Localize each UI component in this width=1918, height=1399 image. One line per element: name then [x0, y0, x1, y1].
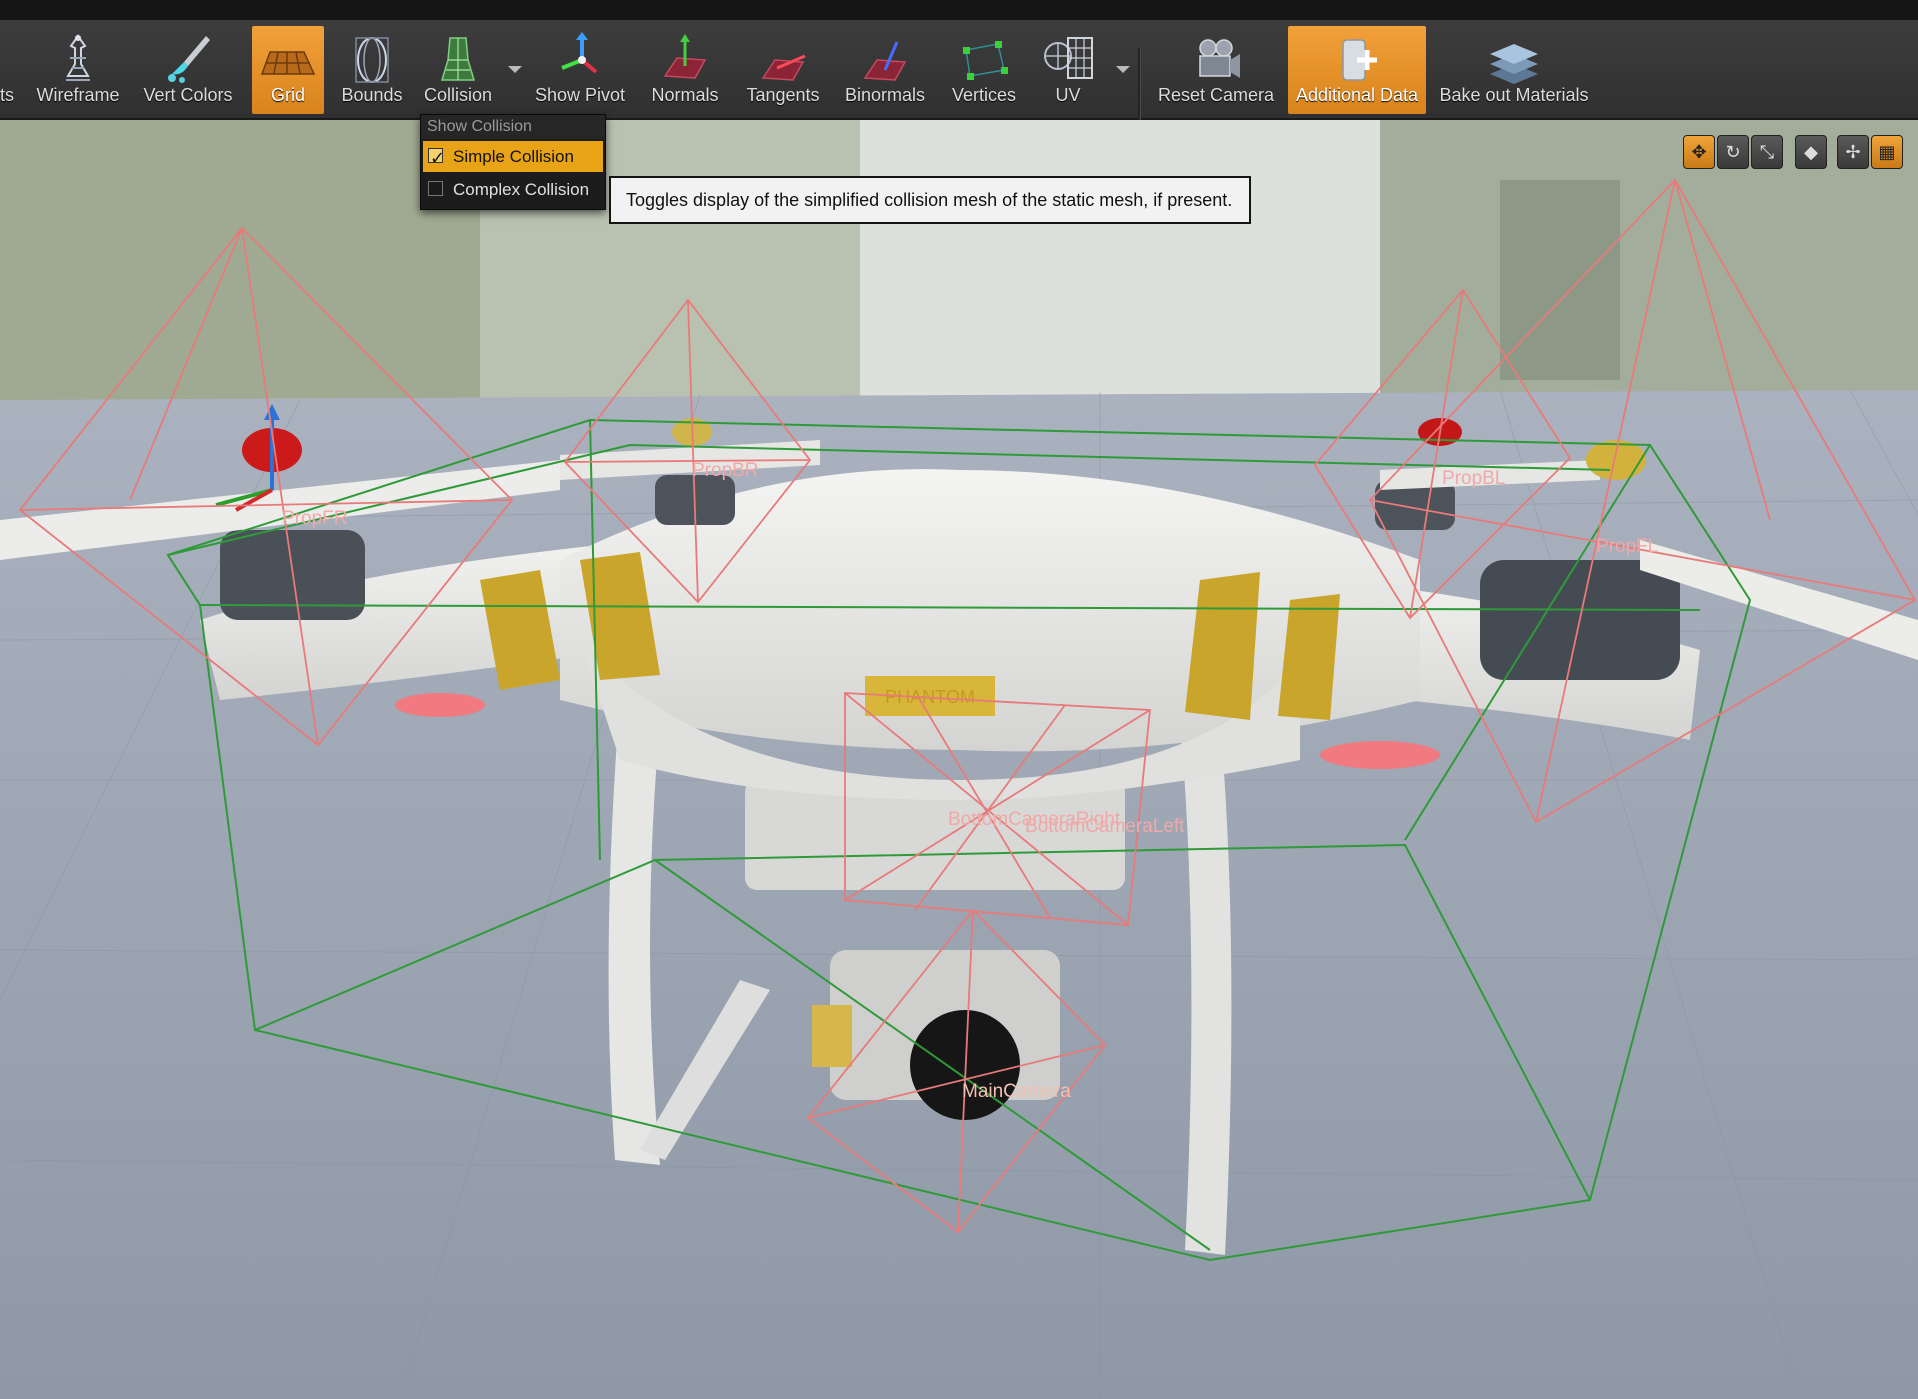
tangents-button[interactable]: Tangents [740, 26, 826, 114]
toolbar-button-partial[interactable]: ts [0, 26, 18, 114]
collision-icon [440, 37, 476, 81]
layers-icon [1490, 44, 1538, 84]
scale-icon[interactable]: ⤡ [1751, 135, 1783, 169]
binormals-button[interactable]: Binormals [840, 26, 930, 114]
menu-item-label: Complex Collision [453, 180, 590, 199]
translate-icon[interactable]: ✥ [1683, 135, 1715, 169]
bounds-button[interactable]: Bounds [336, 26, 408, 114]
collision-dropdown-menu: Show Collision ✓ Simple Collision Comple… [420, 114, 606, 210]
collision-button[interactable]: Collision [418, 26, 522, 114]
chevron-down-icon[interactable] [1116, 66, 1130, 73]
grid-icon [260, 51, 316, 75]
camera-icon [1199, 39, 1240, 78]
bake-out-materials-button[interactable]: Bake out Materials [1438, 26, 1590, 114]
grid-snap-icon[interactable]: ▦ [1871, 135, 1903, 169]
show-pivot-button[interactable]: Show Pivot [530, 26, 630, 114]
socket-label-prop-bl: PropBL [1442, 468, 1505, 489]
socket-label-prop-fl: PropFL [1596, 536, 1658, 557]
socket-label-main-camera: MainCamera [962, 1081, 1071, 1102]
socket-label-prop-br: PropBR [692, 460, 759, 481]
wireframe-icon [66, 34, 90, 81]
uv-button[interactable]: UV [1036, 26, 1130, 114]
paint-brush-icon [168, 36, 210, 83]
chevron-down-icon[interactable] [508, 66, 522, 73]
grid-button[interactable]: Grid [252, 26, 324, 114]
tooltip: Toggles display of the simplified collis… [609, 176, 1251, 224]
socket-label-bottom-camera-left: BottomCameraLeft [1025, 816, 1185, 837]
rotate-icon[interactable]: ↻ [1717, 135, 1749, 169]
normals-icon [663, 34, 707, 79]
tangents-icon [761, 54, 806, 81]
socket-label-prop-fr: PropFR [282, 508, 347, 529]
menu-item-simple-collision[interactable]: ✓ Simple Collision [423, 141, 603, 172]
menu-item-complex-collision[interactable]: Complex Collision [423, 174, 603, 205]
wireframe-button[interactable]: Wireframe [32, 26, 124, 114]
menu-item-label: Simple Collision [453, 147, 574, 166]
uv-grid-icon [1044, 37, 1093, 79]
add-data-icon [1342, 39, 1377, 81]
local-space-icon[interactable]: ◆ [1795, 135, 1827, 169]
3d-viewport[interactable]: PHANTOM PropFR PropBR PropBL PropFL Bott… [0, 120, 1918, 1399]
vertices-icon [963, 41, 1008, 80]
menu-header: Show Collision [421, 115, 605, 139]
window-title-bar [0, 0, 1918, 21]
viewport-toolbar: ts Wireframe Vert Colors Grid Bounds Col… [0, 20, 1918, 132]
pivot-icon [561, 32, 598, 74]
additional-data-button[interactable]: Additional Data [1288, 26, 1426, 114]
scene-render: PHANTOM PropFR PropBR PropBL PropFL Bott… [0, 120, 1918, 1399]
bounds-icon [355, 37, 389, 83]
normals-button[interactable]: Normals [644, 26, 726, 114]
checkbox-unchecked[interactable] [428, 181, 443, 196]
surface-snap-icon[interactable]: ✢ [1837, 135, 1869, 169]
binormals-icon [863, 41, 907, 81]
check-icon: ✓ [430, 148, 446, 168]
reset-camera-button[interactable]: Reset Camera [1158, 26, 1274, 114]
vertices-button[interactable]: Vertices [944, 26, 1024, 114]
vert-colors-button[interactable]: Vert Colors [140, 26, 236, 114]
checkbox-checked[interactable]: ✓ [428, 148, 445, 168]
